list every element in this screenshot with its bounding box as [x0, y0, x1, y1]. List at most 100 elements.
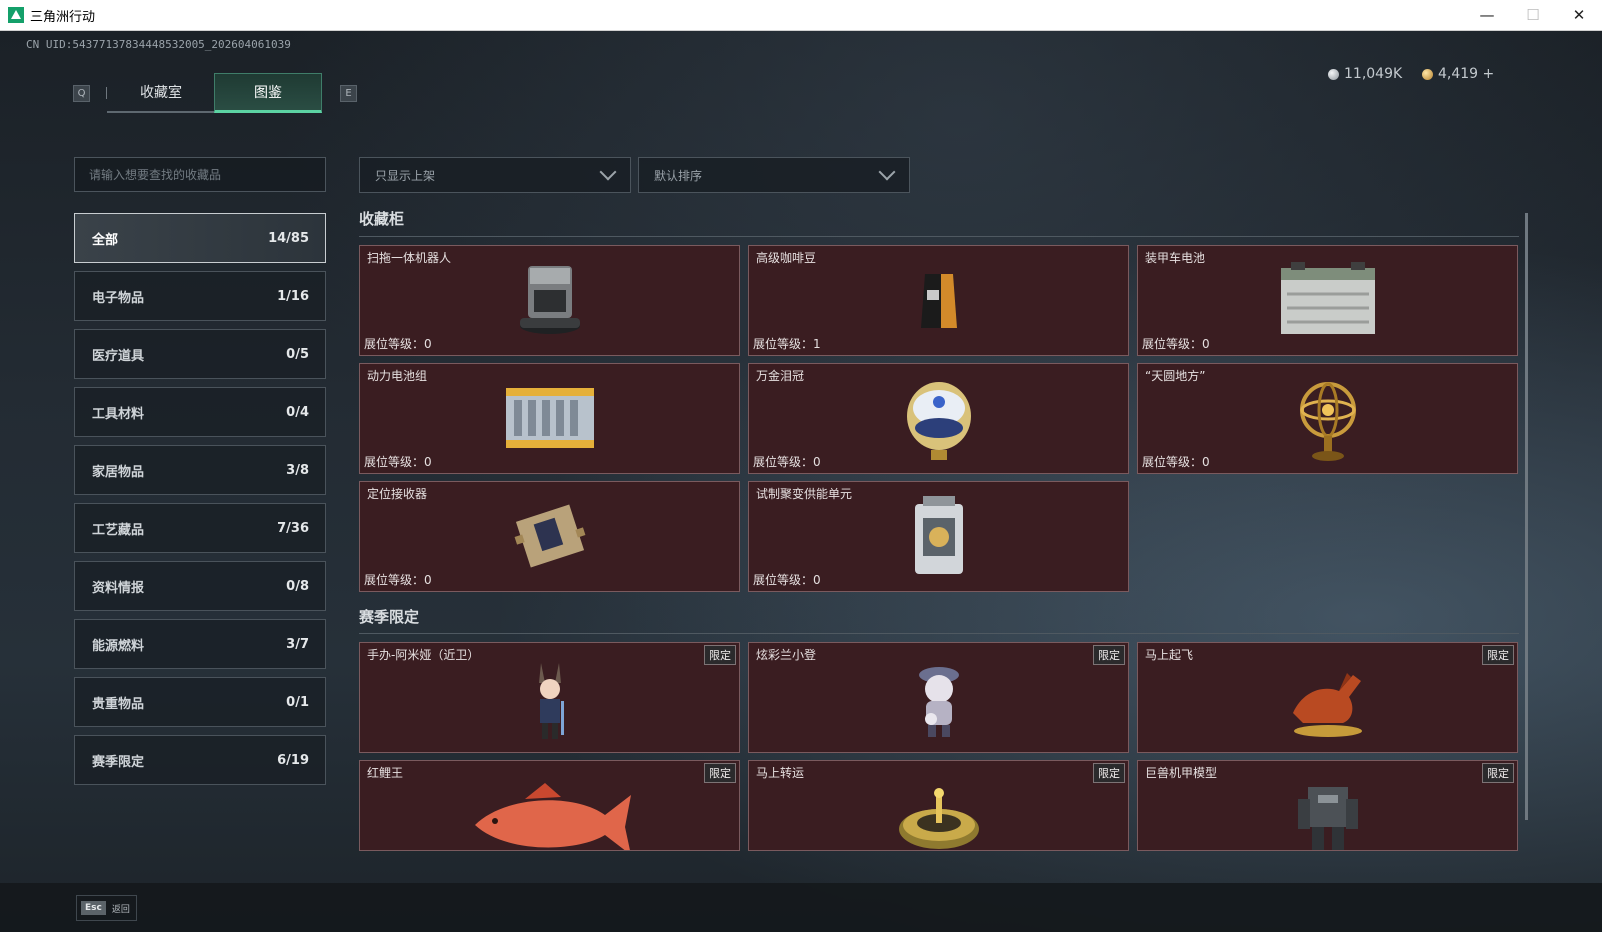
gold-amount: 4,419 +	[1438, 66, 1495, 82]
category-medical[interactable]: 医疗道具 0/5	[74, 329, 326, 379]
category-count: 3/7	[286, 636, 309, 652]
category-label: 全部	[92, 232, 119, 248]
game-view: CN UID:543771378344485320​05_20260406103…	[0, 31, 1602, 932]
category-valuables[interactable]: 贵重物品 0/1	[74, 677, 326, 727]
collectible-card[interactable]: 试制聚变供能单元 展位等级：0	[748, 481, 1129, 592]
bottom-bar	[0, 883, 1602, 932]
car-battery-icon	[1280, 262, 1375, 334]
app-logo-icon	[8, 7, 24, 23]
section-title-cabinet: 收藏柜	[359, 210, 405, 228]
chevron-down-icon	[599, 163, 617, 181]
seasonal-card[interactable]: 巨兽机甲模型 限定	[1137, 760, 1518, 851]
seasonal-card[interactable]: 马上起飞 限定	[1137, 642, 1518, 753]
category-label: 贵重物品	[92, 696, 145, 712]
category-count: 0/8	[286, 578, 309, 594]
item-name: 红鲤王	[367, 766, 404, 780]
level-text: 展位等级：0	[364, 573, 432, 587]
category-label: 医疗道具	[92, 348, 145, 364]
item-name: 万金泪冠	[756, 369, 805, 383]
silver-currency[interactable]: 11,049K	[1328, 66, 1402, 82]
shelf-filter-value: 只显示上架	[375, 168, 436, 183]
window-title: 三角洲行动	[30, 9, 96, 25]
category-count: 6/19	[277, 752, 309, 768]
collectible-card[interactable]: 动力电池组 展位等级：0	[359, 363, 740, 474]
item-name: 试制聚变供能单元	[756, 487, 853, 501]
category-intel[interactable]: 资料情报 0/8	[74, 561, 326, 611]
esc-key-hint: Esc	[81, 901, 106, 915]
item-name: 手办-阿米娅（近卫）	[367, 648, 480, 662]
tab-catalog[interactable]: 图鉴	[214, 73, 322, 113]
next-tab-key-hint[interactable]: E	[340, 85, 357, 102]
mascot-icon	[918, 667, 959, 737]
horse-statue-icon	[1292, 673, 1362, 737]
limited-badge: 限定	[1093, 763, 1125, 783]
section-title-season: 赛季限定	[359, 608, 420, 626]
category-seasonal[interactable]: 赛季限定 6/19	[74, 735, 326, 785]
collectible-card[interactable]: 扫拖一体机器人 展位等级：0	[359, 245, 740, 356]
category-all[interactable]: 全部 14/85	[74, 213, 326, 263]
category-label: 赛季限定	[92, 754, 145, 770]
category-count: 0/4	[286, 404, 309, 420]
minimize-button[interactable]: —	[1464, 0, 1510, 31]
figure-icon	[538, 663, 564, 739]
player-uid: CN UID:543771378344485320​05_20260406103…	[26, 38, 291, 51]
seasonal-card[interactable]: 炫彩兰小登 限定	[748, 642, 1129, 753]
item-name: 装甲车电池	[1145, 251, 1206, 265]
level-text: 展位等级：0	[1142, 455, 1210, 469]
limited-badge: 限定	[1093, 645, 1125, 665]
window-titlebar: 三角洲行动 — ☐ ✕	[0, 0, 1602, 31]
collectible-card[interactable]: 定位接收器 展位等级：0	[359, 481, 740, 592]
category-label: 能源燃料	[92, 638, 145, 654]
category-tools[interactable]: 工具材料 0/4	[74, 387, 326, 437]
back-label: 返回	[111, 904, 130, 915]
gold-currency[interactable]: 4,419 +	[1422, 66, 1494, 82]
category-count: 1/16	[277, 288, 309, 304]
fusion-cell-icon	[914, 496, 963, 574]
window-controls: — ☐ ✕	[1464, 0, 1602, 31]
collectible-card[interactable]: 高级咖啡豆 展位等级：1	[748, 245, 1129, 356]
item-name: 动力电池组	[367, 369, 428, 383]
seasonal-card[interactable]: 马上转运 限定	[748, 760, 1129, 851]
category-count: 7/36	[277, 520, 309, 536]
search-box[interactable]	[74, 157, 326, 192]
close-button[interactable]: ✕	[1556, 0, 1602, 31]
collectible-card[interactable]: 万金泪冠 展位等级：0	[748, 363, 1129, 474]
armillary-sphere-icon	[1299, 382, 1356, 461]
seasonal-card[interactable]: 红鲤王 限定	[359, 760, 740, 851]
category-energy[interactable]: 能源燃料 3/7	[74, 619, 326, 669]
item-name: 马上转运	[756, 766, 805, 780]
limited-badge: 限定	[1482, 645, 1514, 665]
sort-value: 默认排序	[654, 168, 703, 183]
search-input[interactable]	[89, 167, 325, 182]
collectible-card[interactable]: 装甲车电池 展位等级：0	[1137, 245, 1518, 356]
category-count: 14/85	[268, 230, 309, 246]
gps-receiver-icon	[514, 504, 585, 568]
prev-tab-key-hint[interactable]: Q	[73, 85, 90, 102]
category-count: 0/5	[286, 346, 309, 362]
item-name: 定位接收器	[367, 487, 428, 501]
limited-badge: 限定	[1482, 763, 1514, 783]
sort-dropdown[interactable]: 默认排序	[638, 157, 910, 193]
back-button[interactable]: Esc 返回	[76, 895, 137, 921]
content-scrollbar[interactable]	[1525, 213, 1528, 820]
level-text: 展位等级：0	[364, 337, 432, 351]
roulette-icon	[898, 788, 979, 849]
category-electronics[interactable]: 电子物品 1/16	[74, 271, 326, 321]
collectible-card[interactable]: “天圆地方” 展位等级：0	[1137, 363, 1518, 474]
shelf-filter-dropdown[interactable]: 只显示上架	[359, 157, 631, 193]
item-name: 高级咖啡豆	[756, 251, 817, 265]
coffee-bag-icon	[920, 274, 957, 328]
category-label: 电子物品	[92, 290, 145, 306]
item-name: 扫拖一体机器人	[367, 251, 452, 265]
category-crafts[interactable]: 工艺藏品 7/36	[74, 503, 326, 553]
jeweled-egg-icon	[906, 382, 971, 460]
tab-collection-room[interactable]: 收藏室	[107, 73, 215, 113]
item-name: 炫彩兰小登	[756, 648, 817, 662]
item-name: “天圆地方”	[1145, 369, 1206, 383]
maximize-button[interactable]: ☐	[1510, 0, 1556, 31]
gold-coin-icon	[1422, 68, 1433, 80]
seasonal-card[interactable]: 手办-阿米娅（近卫） 限定	[359, 642, 740, 753]
limited-badge: 限定	[704, 645, 736, 665]
category-label: 工艺藏品	[92, 522, 145, 538]
category-household[interactable]: 家居物品 3/8	[74, 445, 326, 495]
